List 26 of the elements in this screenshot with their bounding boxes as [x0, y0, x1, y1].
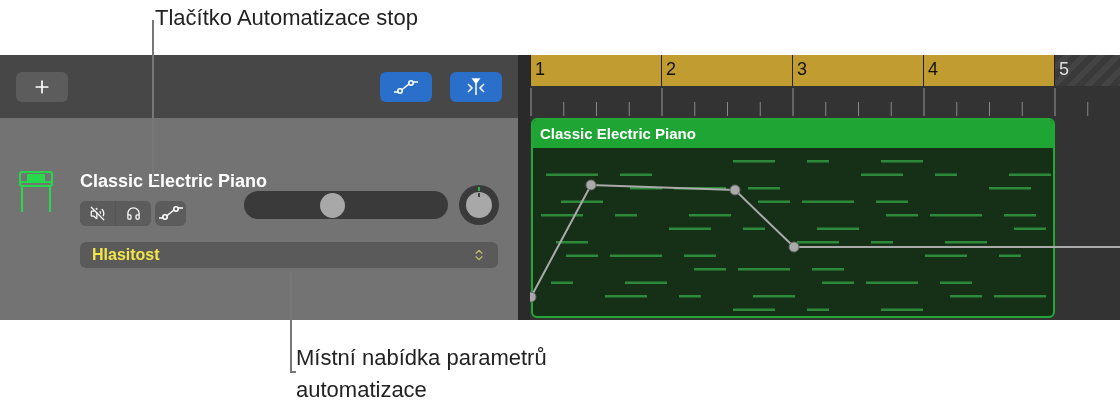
add-track-button[interactable] [16, 71, 68, 102]
mute-button[interactable] [80, 200, 115, 226]
keyboard-icon [18, 170, 54, 214]
catch-icon [464, 77, 488, 96]
headphones-icon [126, 205, 141, 221]
bar-number: 1 [535, 59, 545, 79]
callout-text: Tlačítko Automatizace stop [155, 5, 418, 30]
midi-region[interactable]: Classic Electric Piano [531, 118, 1055, 318]
pan-knob[interactable] [458, 184, 500, 226]
solo-button[interactable] [116, 200, 151, 226]
automation-icon [393, 78, 419, 95]
bar-number: 4 [928, 59, 938, 79]
catch-button[interactable] [450, 71, 502, 102]
region-title: Classic Electric Piano [540, 123, 696, 144]
bar-number: 5 [1059, 59, 1069, 79]
mute-icon [90, 205, 105, 221]
callout-text: Místní nabídka parametrů automatizace [296, 344, 548, 404]
parameter-menu[interactable]: Hlasitost [80, 242, 498, 268]
volume-slider[interactable] [244, 191, 448, 219]
slider-thumb[interactable] [319, 193, 345, 218]
track-name: Classic Electric Piano [80, 170, 268, 192]
bar-number: 3 [797, 59, 807, 79]
track-automation-button[interactable] [380, 71, 432, 102]
automation-button[interactable] [155, 200, 186, 226]
automation-icon [157, 205, 184, 221]
bar-number: 2 [666, 59, 676, 79]
